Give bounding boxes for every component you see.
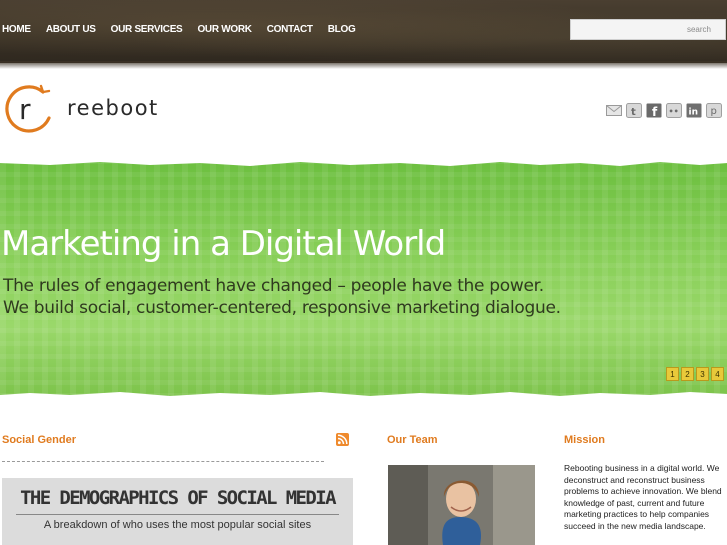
nav-our-services[interactable]: OUR SERVICES xyxy=(111,24,183,36)
social-gender-heading[interactable]: Social Gender xyxy=(2,434,76,446)
our-team-heading[interactable]: Our Team xyxy=(387,434,438,446)
svg-text:f: f xyxy=(652,105,658,118)
main-nav: HOME ABOUT US OUR SERVICES OUR WORK CONT… xyxy=(2,24,370,36)
hero-subtitle-line-2: We build social, customer-centered, resp… xyxy=(3,298,561,318)
mission-heading: Mission xyxy=(564,434,605,446)
mission-text: Rebooting business in a digital world. W… xyxy=(564,463,722,531)
flickr-icon[interactable]: •• xyxy=(666,103,682,118)
pinterest-icon[interactable]: p xyxy=(706,103,722,118)
facebook-icon[interactable]: f xyxy=(646,103,662,118)
email-icon[interactable] xyxy=(606,103,622,118)
nav-blog[interactable]: BLOG xyxy=(328,24,356,36)
brand-name: reeboot xyxy=(67,96,159,120)
team-member-portrait xyxy=(388,465,535,545)
hero-subtitle: The rules of engagement have changed – p… xyxy=(3,275,561,319)
hero-torn-edge-bottom xyxy=(0,392,727,398)
nav-about-us[interactable]: ABOUT US xyxy=(46,24,96,36)
site-logo[interactable]: r reeboot xyxy=(3,84,173,136)
team-member-photo[interactable] xyxy=(388,465,535,545)
slide-page-1[interactable]: 1 xyxy=(666,367,679,381)
section-divider xyxy=(2,461,324,462)
svg-text:p: p xyxy=(711,106,717,117)
svg-text:in: in xyxy=(689,108,699,118)
slide-pager: 1 2 3 4 xyxy=(666,367,724,381)
nav-home[interactable]: HOME xyxy=(2,24,31,36)
hero-title: Marketing in a Digital World xyxy=(1,224,446,264)
nav-our-work[interactable]: OUR WORK xyxy=(197,24,252,36)
slide-page-4[interactable]: 4 xyxy=(711,367,724,381)
hero-banner: Marketing in a Digital World The rules o… xyxy=(0,160,727,398)
demographics-subtitle: A breakdown of who uses the most popular… xyxy=(43,519,312,531)
demographics-feature-image[interactable]: THE DEMOGRAPHICS OF SOCIAL MEDIA A break… xyxy=(2,478,353,545)
svg-text:t: t xyxy=(631,107,636,118)
top-bar: HOME ABOUT US OUR SERVICES OUR WORK CONT… xyxy=(0,0,727,69)
demographics-rule xyxy=(16,514,339,515)
linkedin-icon[interactable]: in xyxy=(686,103,702,118)
search-input[interactable] xyxy=(570,19,726,40)
slide-page-3[interactable]: 3 xyxy=(696,367,709,381)
svg-text:••: •• xyxy=(669,107,679,116)
demographics-title: THE DEMOGRAPHICS OF SOCIAL MEDIA xyxy=(20,487,336,509)
hero-torn-edge-top xyxy=(0,160,727,166)
social-links: t f •• in p xyxy=(606,103,722,118)
rss-icon[interactable] xyxy=(336,433,349,446)
nav-contact[interactable]: CONTACT xyxy=(267,24,313,36)
hero-subtitle-line-1: The rules of engagement have changed – p… xyxy=(3,276,544,296)
logo-letter: r xyxy=(19,93,31,126)
twitter-icon[interactable]: t xyxy=(626,103,642,118)
logo-mark-icon: r xyxy=(5,84,51,133)
slide-page-2[interactable]: 2 xyxy=(681,367,694,381)
